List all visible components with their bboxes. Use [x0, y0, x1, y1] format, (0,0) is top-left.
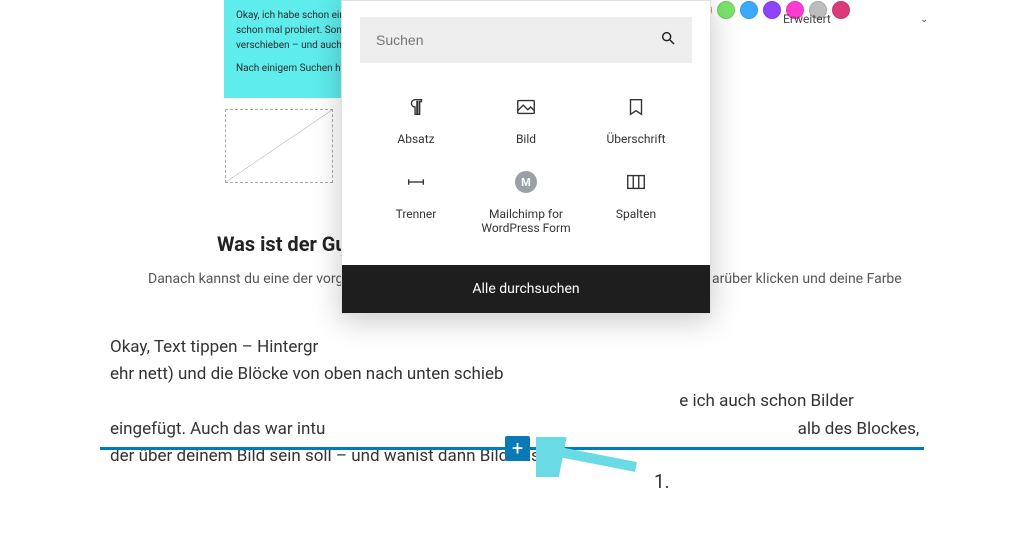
image-icon — [514, 95, 538, 119]
columns-icon — [624, 170, 648, 194]
block-label: Bild — [516, 132, 536, 146]
color-swatch[interactable] — [740, 1, 758, 19]
block-absatz[interactable]: Absatz — [366, 95, 466, 146]
paragraph-icon — [404, 95, 428, 119]
block-inserter-popover: Absatz Bild Überschrift Trenner M Mailch… — [341, 0, 711, 314]
subtext-right: arüber klicken und deine Farbe — [712, 271, 902, 287]
block-label: Absatz — [397, 132, 434, 146]
search-icon[interactable] — [660, 30, 676, 50]
chevron-down-icon[interactable]: ⌄ — [920, 14, 928, 25]
subtext-left: Danach kannst du eine der vorg — [148, 271, 343, 287]
add-block-button[interactable]: + — [505, 436, 530, 461]
plus-icon: + — [512, 436, 523, 460]
sidebar-advanced-label[interactable]: Erweitert — [783, 12, 831, 26]
block-search-input[interactable] — [376, 32, 660, 48]
block-bild[interactable]: Bild — [476, 95, 576, 146]
browse-all-button[interactable]: Alle durchsuchen — [342, 265, 710, 313]
block-spalten[interactable]: Spalten — [586, 170, 686, 235]
block-grid: Absatz Bild Überschrift Trenner M Mailch… — [342, 75, 710, 265]
block-label: Trenner — [396, 207, 437, 221]
bookmark-icon — [624, 95, 648, 119]
block-trenner[interactable]: Trenner — [366, 170, 466, 235]
color-swatch[interactable] — [763, 1, 781, 19]
annotation-label-1: 1. — [654, 470, 670, 493]
block-label: Überschrift — [606, 132, 665, 146]
block-label: Mailchimp for WordPress Form — [476, 207, 576, 235]
image-placeholder[interactable] — [225, 109, 333, 183]
color-swatch[interactable] — [717, 1, 735, 19]
mailchimp-icon: M — [514, 170, 538, 194]
separator-icon — [404, 170, 428, 194]
block-search-bar[interactable] — [360, 17, 692, 63]
block-ueberschrift[interactable]: Überschrift — [586, 95, 686, 146]
block-mailchimp[interactable]: M Mailchimp for WordPress Form — [476, 170, 576, 235]
block-label: Spalten — [616, 207, 656, 221]
color-swatch[interactable] — [832, 1, 850, 19]
